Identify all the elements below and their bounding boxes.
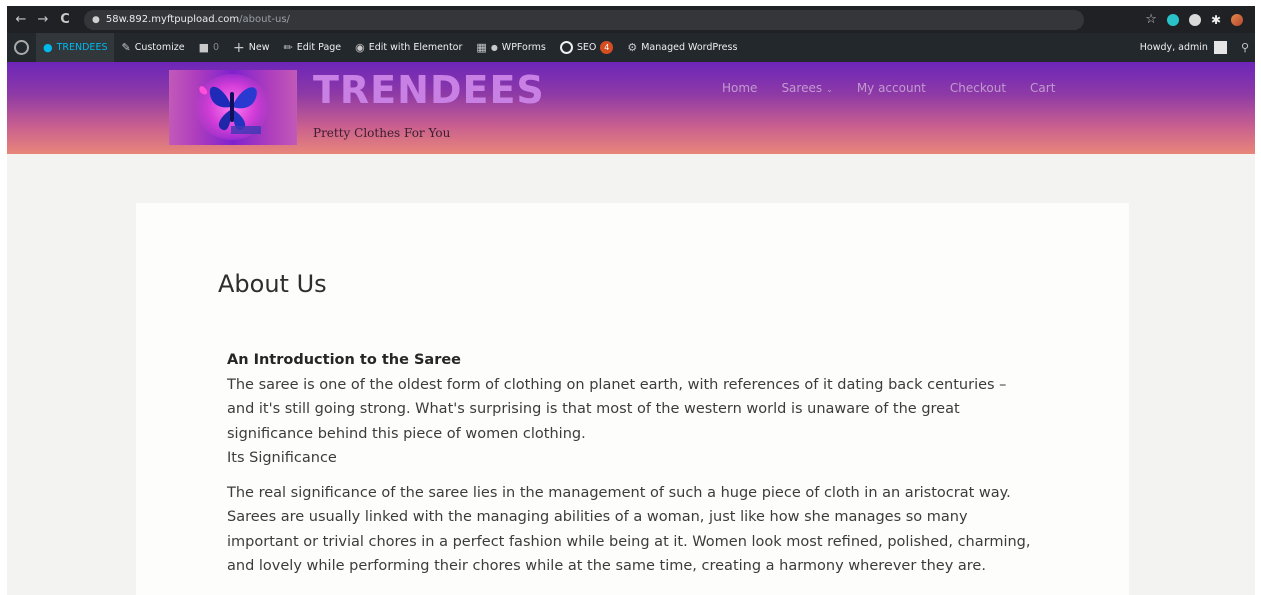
white-circle-extension-icon[interactable] <box>1188 13 1201 26</box>
url-path: /about-us/ <box>239 14 290 25</box>
gear-icon: ⚙ <box>627 41 638 54</box>
seo-icon <box>559 41 573 54</box>
nav-sarees[interactable]: Sarees ⌄ <box>781 81 832 95</box>
wpforms-icon: ▦ <box>476 41 487 54</box>
significance-paragraph: The real significance of the saree lies … <box>227 484 1031 575</box>
nav-home[interactable]: Home <box>722 81 757 95</box>
seo-label: SEO <box>576 42 597 53</box>
forward-icon[interactable]: → <box>32 12 54 27</box>
pencil-icon: ✏ <box>283 41 293 54</box>
wp-admin-bar: ● TRENDEES ✎ Customize ■ 0 + New ✏ Edit … <box>7 33 1255 62</box>
dashboard-icon: ● <box>43 41 53 54</box>
reload-icon[interactable]: C <box>54 12 76 27</box>
admin-bar-seo[interactable]: SEO 4 <box>553 33 621 62</box>
site-title[interactable]: TRENDEES <box>313 68 545 112</box>
admin-bar-wpforms[interactable]: ▦ ● WPForms <box>469 33 552 62</box>
page-title: About Us <box>218 270 327 298</box>
browser-toolbar: ← → C ● 58w.892.myftpupload.com/about-us… <box>7 6 1255 33</box>
edit-page-label: Edit Page <box>296 42 342 53</box>
admin-bar-elementor[interactable]: ◉ Edit with Elementor <box>348 33 469 62</box>
comments-count: 0 <box>212 42 220 53</box>
wp-logo-menu[interactable] <box>7 33 36 62</box>
teal-circle-extension-icon[interactable] <box>1166 13 1179 26</box>
site-header: TRENDEES Pretty Clothes For You Home Sar… <box>7 62 1255 154</box>
admin-bar-managed-wordpress[interactable]: ⚙ Managed WordPress <box>620 33 744 62</box>
site-name-label: TRENDEES <box>56 42 108 53</box>
search-icon[interactable]: ⚲ <box>1241 41 1249 54</box>
customize-label: Customize <box>134 42 185 53</box>
wordpress-logo-icon <box>14 40 29 55</box>
site-tagline: Pretty Clothes For You <box>313 126 451 140</box>
elementor-icon: ◉ <box>355 41 365 54</box>
url-host: 58w.892.myftpupload.com <box>105 14 240 25</box>
seo-notification-badge: 4 <box>600 41 614 54</box>
admin-bar-comments[interactable]: ■ 0 <box>192 33 226 62</box>
profile-icon[interactable] <box>1231 13 1243 26</box>
elementor-label: Edit with Elementor <box>368 42 463 53</box>
wpforms-label: WPForms <box>501 42 546 53</box>
howdy-label[interactable]: Howdy, admin <box>1140 42 1208 53</box>
address-bar[interactable]: ● 58w.892.myftpupload.com/about-us/ <box>84 9 1084 30</box>
bookmark-star-icon[interactable]: ☆ <box>1145 12 1157 27</box>
plus-icon: + <box>233 39 245 56</box>
nav-checkout[interactable]: Checkout <box>950 81 1006 95</box>
admin-bar-new[interactable]: + New <box>226 33 276 62</box>
admin-bar-customize[interactable]: ✎ Customize <box>114 33 191 62</box>
chevron-down-icon: ⌄ <box>826 85 833 94</box>
status-dot-icon: ● <box>490 43 498 52</box>
significance-heading: Its Significance <box>227 450 337 466</box>
brush-icon: ✎ <box>121 41 131 54</box>
nav-cart[interactable]: Cart <box>1030 81 1055 95</box>
intro-heading: An Introduction to the Saree <box>227 352 462 368</box>
main-navigation: Home Sarees ⌄ My account Checkout Cart <box>722 81 1055 95</box>
admin-bar-edit-page[interactable]: ✏ Edit Page <box>277 33 349 62</box>
puzzle-extension-icon[interactable]: ✱ <box>1211 13 1221 27</box>
lock-icon: ● <box>92 14 100 25</box>
comment-icon: ■ <box>198 41 209 54</box>
butterfly-logo-icon <box>199 86 261 134</box>
nav-my-account[interactable]: My account <box>857 81 926 95</box>
intro-paragraph: The saree is one of the oldest form of c… <box>227 376 1007 442</box>
nav-sarees-label: Sarees <box>781 81 823 95</box>
managed-label: Managed WordPress <box>641 42 738 53</box>
avatar[interactable] <box>1213 41 1227 54</box>
admin-bar-site-name[interactable]: ● TRENDEES <box>36 33 115 62</box>
back-icon[interactable]: ← <box>10 12 32 27</box>
site-logo[interactable] <box>169 70 297 145</box>
new-label: New <box>248 42 270 53</box>
page-content: An Introduction to the Saree The saree i… <box>227 348 1037 579</box>
